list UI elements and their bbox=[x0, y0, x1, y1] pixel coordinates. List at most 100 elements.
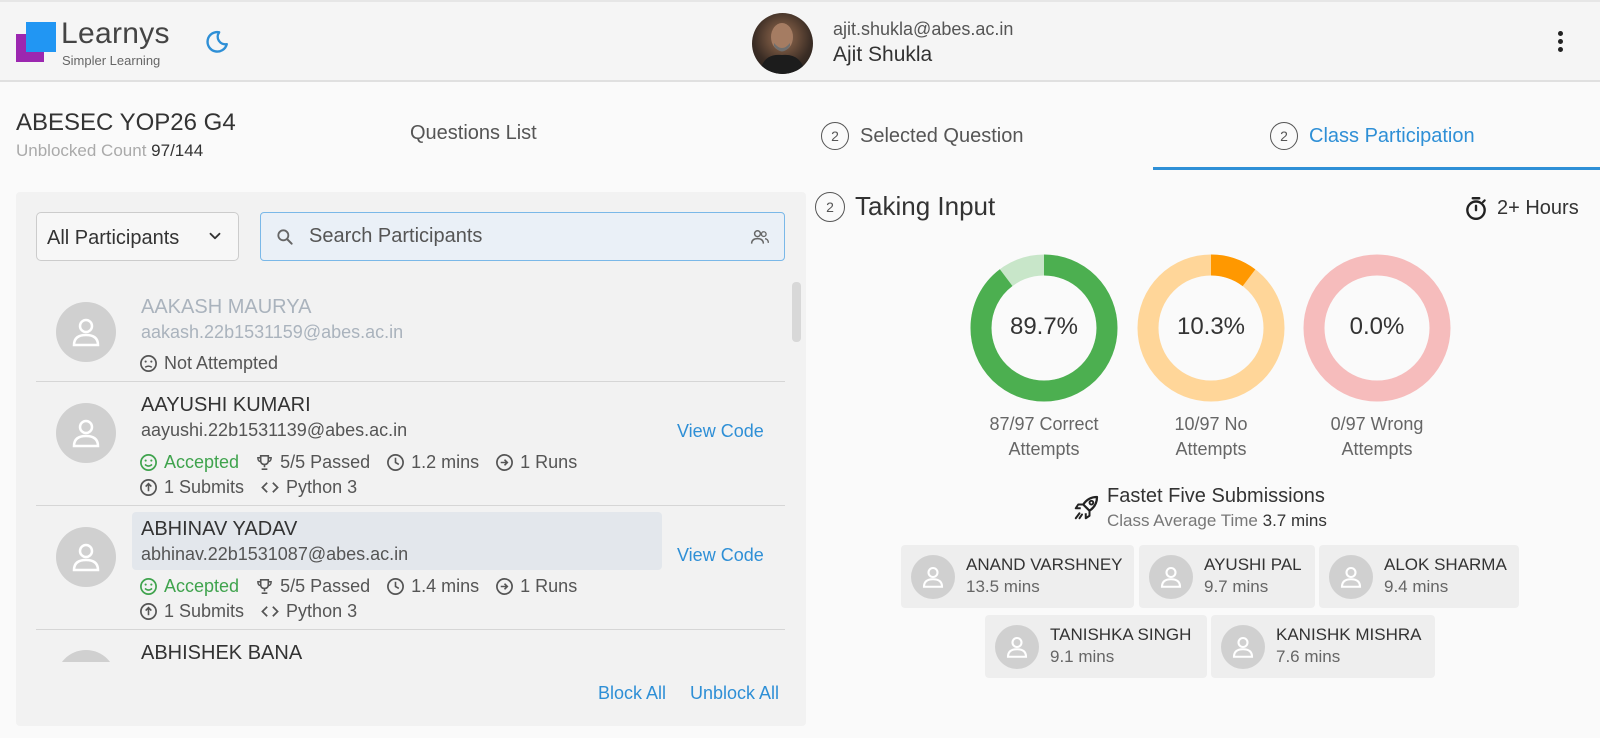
smile-icon bbox=[140, 454, 157, 471]
status-text: Accepted bbox=[164, 576, 240, 596]
fast-submission-chip[interactable]: TANISHKA SINGH 9.1 mins bbox=[985, 615, 1207, 678]
tab-label: Selected Question bbox=[860, 124, 1024, 147]
submitter-avatar-icon bbox=[1329, 555, 1373, 599]
unblocked-count-label: Unblocked Count bbox=[16, 141, 147, 160]
participant-row[interactable]: AAYUSHI KUMARI aayushi.22b1531139@abes.a… bbox=[36, 382, 785, 506]
rocket-icon bbox=[1074, 495, 1099, 520]
participant-row[interactable]: AAKASH MAURYA aakash.22b1531159@abes.ac.… bbox=[36, 280, 785, 382]
neutral-face-icon bbox=[140, 355, 157, 372]
tab-class-participation[interactable]: 2 Class Participation bbox=[1270, 122, 1475, 150]
no-attempts-caption: 10/97 No Attempts bbox=[1174, 414, 1248, 459]
view-code-link[interactable]: View Code bbox=[677, 421, 764, 442]
brand-name: Learnys bbox=[61, 17, 170, 50]
no-attempts-percent: 10.3% bbox=[1176, 313, 1246, 340]
chevron-down-icon bbox=[209, 232, 221, 240]
submitter-avatar-icon bbox=[995, 625, 1039, 669]
participant-name: AAYUSHI KUMARI bbox=[141, 394, 311, 416]
submits-text: 1 Submits bbox=[164, 601, 245, 621]
class-title: ABESEC YOP26 G4 bbox=[16, 109, 236, 136]
participant-row[interactable]: ABHINAV YADAV abhinav.22b1531087@abes.ac… bbox=[36, 506, 785, 630]
participant-status: Not Attempted bbox=[139, 353, 294, 374]
participant-filter-select[interactable]: All Participants bbox=[36, 212, 239, 261]
participant-avatar-icon bbox=[56, 302, 116, 362]
trophy-icon bbox=[257, 455, 272, 470]
top-bar: Learnys Simpler Learning ajit.shukla@abe… bbox=[0, 0, 1600, 82]
brand-tagline: Simpler Learning bbox=[62, 53, 161, 68]
submit-arrow-icon bbox=[140, 603, 157, 620]
submit-arrow-icon bbox=[140, 479, 157, 496]
code-icon bbox=[261, 482, 279, 493]
timer: 2+ Hours bbox=[1463, 195, 1579, 221]
class-average-label: Class Average Time bbox=[1107, 511, 1258, 530]
fastest-title: Fastet Five Submissions bbox=[1107, 485, 1325, 507]
user-email: ajit.shukla@abes.ac.in bbox=[833, 19, 1014, 39]
filter-selected-value: All Participants bbox=[47, 227, 180, 249]
correct-caption: 87/97 Correct Attempts bbox=[989, 414, 1099, 459]
status-text: Not Attempted bbox=[164, 353, 279, 373]
unblock-all-button[interactable]: Unblock All bbox=[690, 683, 779, 704]
fast-submission-chip[interactable]: AYUSHI PAL 9.7 mins bbox=[1139, 545, 1315, 608]
view-code-link[interactable]: View Code bbox=[677, 545, 764, 566]
user-avatar[interactable] bbox=[752, 13, 813, 74]
time-text: 1.2 mins bbox=[411, 452, 480, 472]
dark-mode-moon-icon[interactable] bbox=[204, 29, 230, 55]
submitter-name: KANISHK MISHRA bbox=[1276, 625, 1422, 644]
participant-stats: Accepted 5/5 Passed 1.4 mins 1 Runs bbox=[139, 576, 593, 597]
submitter-time: 9.1 mins bbox=[1050, 647, 1115, 666]
stage-badge: 2 bbox=[815, 192, 845, 222]
participant-avatar-icon bbox=[56, 527, 116, 587]
search-input[interactable] bbox=[309, 221, 729, 251]
submitter-name: AYUSHI PAL bbox=[1204, 555, 1302, 574]
wrong-percent: 0.0% bbox=[1349, 313, 1405, 340]
clock-icon bbox=[387, 578, 405, 595]
participant-avatar-icon bbox=[56, 650, 116, 662]
trophy-icon bbox=[257, 579, 272, 594]
submitter-name: TANISHKA SINGH bbox=[1050, 625, 1192, 644]
language-text: Python 3 bbox=[286, 477, 358, 497]
search-participants-box bbox=[260, 212, 785, 261]
passed-text: 5/5 Passed bbox=[280, 576, 371, 596]
fast-submission-chip[interactable]: KANISHK MISHRA 7.6 mins bbox=[1211, 615, 1435, 678]
fast-submission-chip[interactable]: ALOK SHARMA 9.4 mins bbox=[1319, 545, 1519, 608]
tab-label: Questions List bbox=[410, 122, 537, 144]
unblocked-count: Unblocked Count 97/144 bbox=[16, 141, 203, 161]
submitter-avatar-icon bbox=[1149, 555, 1193, 599]
participant-email: aayushi.22b1531139@abes.ac.in bbox=[141, 420, 408, 440]
tab-badge: 2 bbox=[1270, 122, 1298, 150]
people-icon[interactable] bbox=[750, 228, 770, 246]
language-text: Python 3 bbox=[286, 601, 358, 621]
stage-title: Taking Input bbox=[855, 191, 996, 221]
wrong-caption: 0/97 Wrong Attempts bbox=[1330, 414, 1424, 459]
participant-name: ABHISHEK BANA bbox=[141, 642, 303, 662]
run-arrow-icon bbox=[496, 578, 514, 595]
stopwatch-icon bbox=[1466, 197, 1486, 221]
participants-list: AAKASH MAURYA aakash.22b1531159@abes.ac.… bbox=[36, 280, 785, 662]
participant-stats: Accepted 5/5 Passed 1.2 mins 1 Runs bbox=[139, 452, 593, 473]
more-options-icon[interactable] bbox=[1552, 31, 1568, 55]
runs-text: 1 Runs bbox=[520, 576, 578, 596]
participant-stats-2: 1 Submits Python 3 bbox=[139, 477, 373, 498]
submitter-name: ALOK SHARMA bbox=[1384, 555, 1507, 574]
submitter-avatar-icon bbox=[911, 555, 955, 599]
fast-submission-chip[interactable]: ANAND VARSHNEY 13.5 mins bbox=[901, 545, 1134, 608]
tab-label: Class Participation bbox=[1309, 124, 1475, 147]
submitter-time: 9.4 mins bbox=[1384, 577, 1449, 596]
correct-percent: 89.7% bbox=[1009, 313, 1079, 340]
submitter-time: 7.6 mins bbox=[1276, 647, 1341, 666]
submitter-time: 13.5 mins bbox=[966, 577, 1040, 596]
status-text: Accepted bbox=[164, 452, 240, 472]
code-icon bbox=[261, 606, 279, 617]
user-name: Ajit Shukla bbox=[833, 43, 933, 66]
active-tab-indicator bbox=[1153, 167, 1600, 170]
tab-questions-list[interactable]: Questions List bbox=[410, 122, 537, 145]
participant-name: ABHINAV YADAV bbox=[141, 518, 298, 540]
smile-icon bbox=[140, 578, 157, 595]
participant-stats-2: 1 Submits Python 3 bbox=[139, 601, 373, 622]
passed-text: 5/5 Passed bbox=[280, 452, 371, 472]
block-all-button[interactable]: Block All bbox=[598, 683, 666, 704]
learnys-logo[interactable] bbox=[16, 22, 56, 64]
submitter-time: 9.7 mins bbox=[1204, 577, 1269, 596]
list-scrollbar[interactable] bbox=[792, 282, 801, 342]
participant-row[interactable]: ABHISHEK BANA bbox=[36, 630, 785, 662]
tab-selected-question[interactable]: 2 Selected Question bbox=[821, 122, 1023, 150]
